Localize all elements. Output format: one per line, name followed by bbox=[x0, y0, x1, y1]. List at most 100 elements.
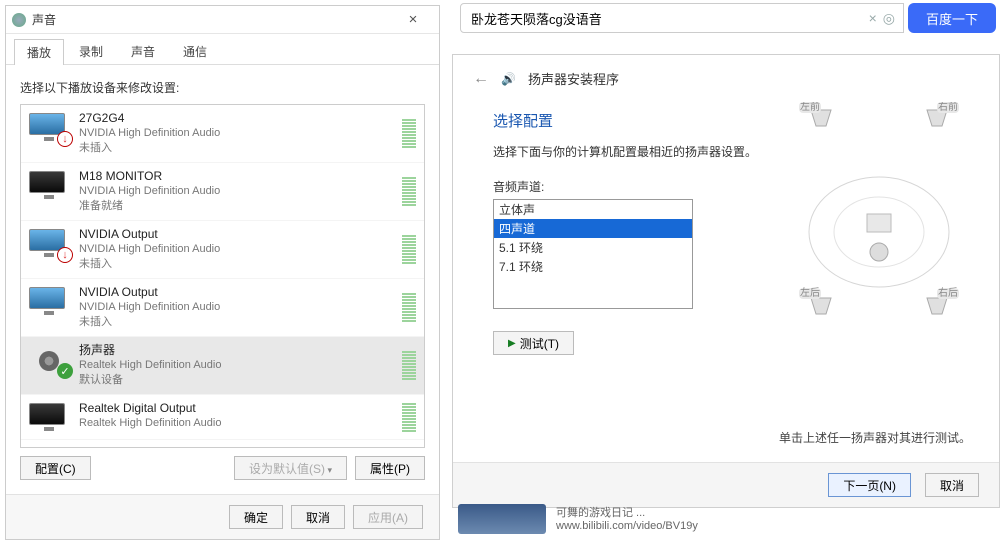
device-text: NVIDIA OutputNVIDIA High Definition Audi… bbox=[79, 227, 392, 272]
wizard-title: 扬声器安装程序 bbox=[528, 69, 619, 88]
set-default-button[interactable]: 设为默认值(S) bbox=[234, 456, 347, 480]
device-mfr: NVIDIA High Definition Audio bbox=[79, 184, 392, 199]
clear-icon[interactable]: × bbox=[869, 10, 877, 26]
device-button-row: 配置(C) 设为默认值(S) 属性(P) bbox=[20, 448, 425, 488]
channel-listbox[interactable]: 立体声四声道5.1 环绕7.1 环绕 bbox=[493, 199, 693, 309]
monitor-icon bbox=[29, 171, 69, 201]
svg-text:左后: 左后 bbox=[800, 286, 820, 299]
window-title: 声音 bbox=[32, 11, 56, 28]
tab-communications[interactable]: 通信 bbox=[170, 38, 220, 64]
sound-dialog: 声音 × 播放 录制 声音 通信 选择以下播放设备来修改设置: 27G2G4NV… bbox=[5, 5, 440, 540]
speaker-front-right: 右前 bbox=[927, 102, 959, 126]
monitor-icon bbox=[29, 287, 69, 317]
configure-button[interactable]: 配置(C) bbox=[20, 456, 91, 480]
device-row[interactable]: 扬声器Realtek High Definition Audio默认设备 bbox=[21, 337, 424, 395]
level-meter bbox=[402, 351, 416, 380]
next-button[interactable]: 下一页(N) bbox=[828, 473, 911, 497]
search-button[interactable]: 百度一下 bbox=[908, 3, 996, 33]
search-input-wrap: × ◎ bbox=[460, 3, 904, 33]
tab-content: 选择以下播放设备来修改设置: 27G2G4NVIDIA High Definit… bbox=[6, 65, 439, 494]
device-name: NVIDIA Output bbox=[79, 227, 392, 242]
titlebar: 声音 × bbox=[6, 6, 439, 34]
back-icon[interactable]: ← bbox=[473, 70, 489, 88]
search-result-snippet[interactable]: 可舞的游戏日记 ... www.bilibili.com/video/BV19y bbox=[458, 504, 698, 534]
svg-text:右前: 右前 bbox=[938, 102, 958, 113]
speaker-setup-wizard: ← 🔊 扬声器安装程序 选择配置 选择下面与你的计算机配置最相近的扬声器设置。 … bbox=[452, 54, 1000, 508]
device-name: M18 MONITOR bbox=[79, 169, 392, 184]
device-name: 27G2G4 bbox=[79, 111, 392, 126]
video-thumbnail[interactable] bbox=[458, 504, 546, 534]
device-mfr: NVIDIA High Definition Audio bbox=[79, 300, 392, 315]
device-status: 未插入 bbox=[79, 141, 392, 156]
svg-text:左前: 左前 bbox=[800, 102, 820, 113]
device-row[interactable]: Realtek Digital OutputRealtek High Defin… bbox=[21, 395, 424, 440]
device-text: 扬声器Realtek High Definition Audio默认设备 bbox=[79, 343, 392, 388]
search-bar: × ◎ 百度一下 bbox=[452, 0, 1000, 36]
wizard-hint: 单击上述任一扬声器对其进行测试。 bbox=[779, 429, 971, 446]
monitor-icon bbox=[29, 403, 69, 433]
speaker-diagram[interactable]: 左前 右前 左后 右后 bbox=[779, 102, 979, 322]
channel-option[interactable]: 5.1 环绕 bbox=[494, 238, 692, 257]
speaker-icon bbox=[29, 345, 69, 375]
video-url: www.bilibili.com/video/BV19y bbox=[556, 520, 698, 532]
wizard-cancel-button[interactable]: 取消 bbox=[925, 473, 979, 497]
tab-recording[interactable]: 录制 bbox=[66, 38, 116, 64]
wizard-header: ← 🔊 扬声器安装程序 bbox=[453, 55, 999, 92]
svg-text:右后: 右后 bbox=[938, 286, 958, 299]
level-meter bbox=[402, 235, 416, 264]
device-mfr: Realtek High Definition Audio bbox=[79, 416, 392, 431]
device-mfr: NVIDIA High Definition Audio bbox=[79, 126, 392, 141]
device-text: NVIDIA OutputNVIDIA High Definition Audi… bbox=[79, 285, 392, 330]
device-row[interactable]: NVIDIA OutputNVIDIA High Definition Audi… bbox=[21, 279, 424, 337]
device-name: 扬声器 bbox=[79, 343, 392, 358]
test-button[interactable]: ▶ 测试(T) bbox=[493, 331, 574, 355]
device-mfr: NVIDIA High Definition Audio bbox=[79, 242, 392, 257]
device-status: 准备就绪 bbox=[79, 199, 392, 214]
device-row[interactable]: NVIDIA OutputNVIDIA High Definition Audi… bbox=[21, 221, 424, 279]
device-text: M18 MONITORNVIDIA High Definition Audio准… bbox=[79, 169, 392, 214]
device-status: 未插入 bbox=[79, 257, 392, 272]
cancel-button[interactable]: 取消 bbox=[291, 505, 345, 529]
device-name: Realtek Digital Output bbox=[79, 401, 392, 416]
level-meter bbox=[402, 403, 416, 432]
speaker-front-left: 左前 bbox=[799, 102, 831, 126]
speaker-wizard-icon: 🔊 bbox=[501, 72, 516, 86]
device-row[interactable]: 27G2G4NVIDIA High Definition Audio未插入 bbox=[21, 105, 424, 163]
tabs: 播放 录制 声音 通信 bbox=[6, 34, 439, 65]
sound-icon bbox=[12, 13, 26, 27]
wizard-footer: 下一页(N) 取消 bbox=[453, 462, 999, 507]
device-mfr: Realtek High Definition Audio bbox=[79, 358, 392, 373]
properties-button[interactable]: 属性(P) bbox=[355, 456, 425, 480]
level-meter bbox=[402, 119, 416, 148]
close-icon[interactable]: × bbox=[393, 11, 433, 28]
instruction-text: 选择以下播放设备来修改设置: bbox=[20, 79, 425, 96]
level-meter bbox=[402, 177, 416, 206]
device-list[interactable]: 27G2G4NVIDIA High Definition Audio未插入M18… bbox=[20, 104, 425, 448]
device-status: 默认设备 bbox=[79, 373, 392, 388]
device-status: 未插入 bbox=[79, 315, 392, 330]
play-icon: ▶ bbox=[508, 338, 516, 349]
dialog-button-bar: 确定 取消 应用(A) bbox=[6, 494, 439, 539]
device-row[interactable]: M18 MONITORNVIDIA High Definition Audio准… bbox=[21, 163, 424, 221]
apply-button[interactable]: 应用(A) bbox=[353, 505, 423, 529]
device-name: NVIDIA Output bbox=[79, 285, 392, 300]
channel-option[interactable]: 7.1 环绕 bbox=[494, 257, 692, 276]
ok-button[interactable]: 确定 bbox=[229, 505, 283, 529]
test-button-label: 测试(T) bbox=[520, 335, 559, 352]
video-title: 可舞的游戏日记 ... bbox=[556, 504, 698, 520]
monitor-icon bbox=[29, 113, 69, 143]
device-text: Realtek Digital OutputRealtek High Defin… bbox=[79, 401, 392, 433]
level-meter bbox=[402, 293, 416, 322]
video-meta: 可舞的游戏日记 ... www.bilibili.com/video/BV19y bbox=[556, 504, 698, 532]
monitor-icon bbox=[29, 229, 69, 259]
device-text: 27G2G4NVIDIA High Definition Audio未插入 bbox=[79, 111, 392, 156]
channel-option[interactable]: 四声道 bbox=[494, 219, 692, 238]
speaker-rear-left: 左后 bbox=[799, 286, 831, 314]
tab-playback[interactable]: 播放 bbox=[14, 39, 64, 65]
wizard-body: 选择配置 选择下面与你的计算机配置最相近的扬声器设置。 音频声道: 立体声四声道… bbox=[453, 92, 999, 462]
channel-option[interactable]: 立体声 bbox=[494, 200, 692, 219]
tab-sounds[interactable]: 声音 bbox=[118, 38, 168, 64]
speaker-rear-right: 右后 bbox=[927, 286, 959, 314]
search-input[interactable] bbox=[469, 10, 863, 27]
camera-icon[interactable]: ◎ bbox=[883, 10, 895, 27]
